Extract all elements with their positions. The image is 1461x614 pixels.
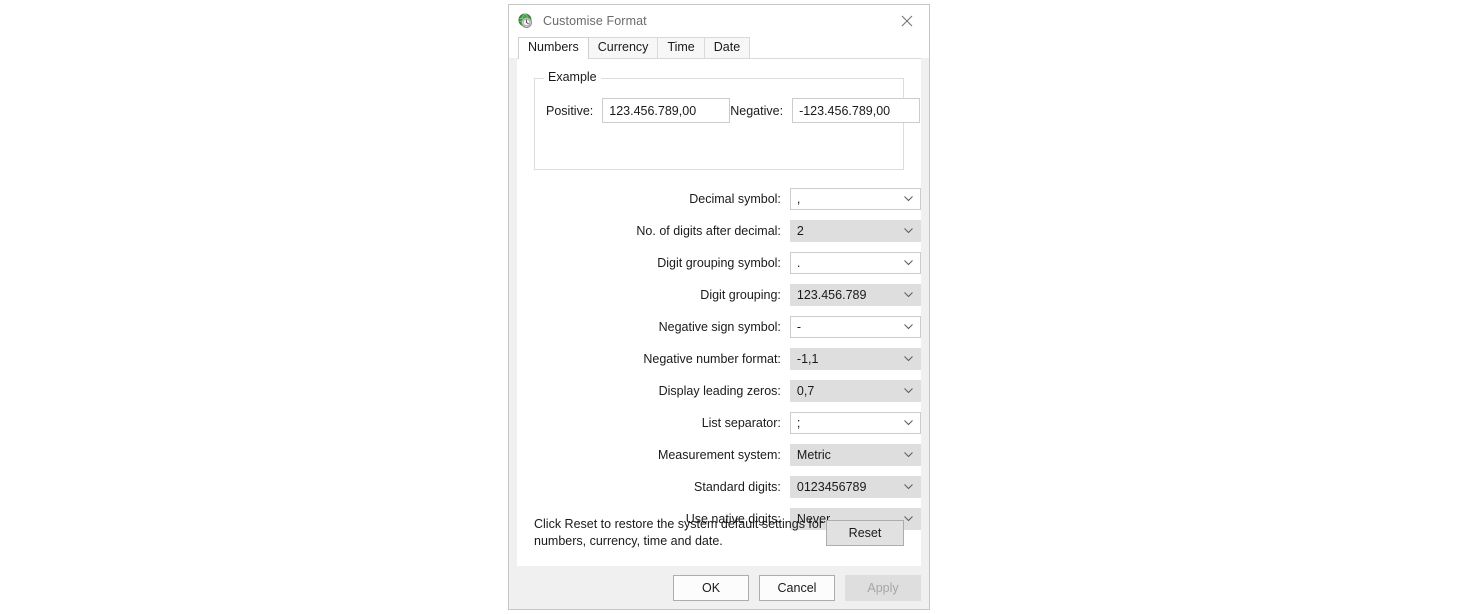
close-button[interactable] [884, 5, 929, 36]
chevron-down-icon [904, 260, 913, 266]
setting-row: Standard digits: 0123456789 [517, 471, 921, 503]
tab-numbers[interactable]: Numbers [518, 37, 589, 59]
setting-value: 2 [796, 224, 804, 238]
setting-label: Negative sign symbol: [658, 320, 781, 334]
tab-numbers-label: Numbers [528, 40, 579, 54]
setting-label: Negative number format: [643, 352, 781, 366]
setting-label: Display leading zeros: [658, 384, 781, 398]
reset-description: Click Reset to restore the system defaul… [534, 517, 824, 548]
setting-combobox[interactable]: 123.456.789 [789, 284, 921, 306]
positive-example-input[interactable] [602, 98, 731, 123]
setting-combobox[interactable]: , [789, 188, 921, 210]
tab-date[interactable]: Date [703, 37, 751, 58]
setting-combobox[interactable]: ; [789, 412, 921, 434]
setting-label: Digit grouping: [700, 288, 781, 302]
chevron-down-icon [904, 292, 913, 298]
setting-label: No. of digits after decimal: [636, 224, 781, 238]
numbers-tab-panel: Example Positive: Negative: Decimal symb… [517, 58, 921, 566]
negative-label: Negative: [730, 103, 784, 118]
tab-time[interactable]: Time [657, 37, 705, 58]
setting-label: Decimal symbol: [689, 192, 781, 206]
example-group: Example Positive: Negative: [534, 70, 921, 170]
example-group-legend: Example [544, 70, 601, 84]
window-title: Customise Format [543, 13, 647, 28]
tab-currency[interactable]: Currency [587, 37, 659, 58]
chevron-down-icon [904, 228, 913, 234]
setting-value: , [796, 192, 801, 206]
title-bar: Customise Format [509, 5, 929, 36]
setting-row: Digit grouping symbol:. [517, 247, 921, 279]
negative-example-input[interactable] [792, 98, 921, 123]
setting-row: Negative sign symbol: - [517, 311, 921, 343]
setting-combobox[interactable]: . [789, 252, 921, 274]
chevron-down-icon [904, 484, 913, 490]
setting-value: 0,7 [796, 384, 815, 398]
setting-combobox[interactable]: 2 [789, 220, 921, 242]
setting-value: -1,1 [796, 352, 819, 366]
setting-value: 0123456789 [796, 480, 867, 494]
setting-row: Digit grouping: 123.456.789 [517, 279, 921, 311]
setting-row: Display leading zeros: 0,7 [517, 375, 921, 407]
chevron-down-icon [904, 420, 913, 426]
setting-label: List separator: [701, 416, 781, 430]
reset-strip: Click Reset to restore the system defaul… [534, 516, 904, 550]
setting-label: Digit grouping symbol: [657, 256, 781, 270]
setting-combobox[interactable]: - [789, 316, 921, 338]
setting-row: Negative number format: -1,1 [517, 343, 921, 375]
example-row: Positive: Negative: [535, 98, 921, 123]
reset-button[interactable]: Reset [826, 520, 904, 546]
settings-list: Decimal symbol:, No. of digits after deci… [517, 183, 921, 535]
customise-format-dialog: Customise Format Numbers Currency Time D… [508, 4, 930, 610]
chevron-down-icon [904, 388, 913, 394]
cancel-button[interactable]: Cancel [759, 574, 835, 601]
setting-row: No. of digits after decimal: 2 [517, 215, 921, 247]
setting-combobox[interactable]: -1,1 [789, 348, 921, 370]
chevron-down-icon [904, 452, 913, 458]
chevron-down-icon [904, 324, 913, 330]
setting-value: ; [796, 416, 801, 430]
tab-strip: Numbers Currency Time Date [509, 36, 929, 59]
dialog-footer: OK Cancel Apply [509, 566, 929, 609]
chevron-down-icon [904, 356, 913, 362]
setting-row: Measurement system: Metric [517, 439, 921, 471]
tab-currency-label: Currency [597, 40, 649, 54]
setting-combobox[interactable]: Metric [789, 444, 921, 466]
region-globe-icon [518, 13, 534, 29]
setting-label: Standard digits: [694, 480, 781, 494]
chevron-down-icon [904, 516, 913, 522]
apply-button: Apply [845, 574, 921, 601]
setting-row: List separator:; [517, 407, 921, 439]
setting-label: Measurement system: [657, 448, 781, 462]
tab-date-label: Date [713, 40, 741, 54]
setting-value: Metric [796, 448, 831, 462]
setting-row: Decimal symbol:, [517, 183, 921, 215]
positive-label: Positive: [546, 103, 594, 118]
chevron-down-icon [904, 196, 913, 202]
setting-value: . [796, 256, 801, 270]
tab-time-label: Time [667, 40, 695, 54]
setting-value: 123.456.789 [796, 288, 867, 302]
setting-value: - [796, 320, 802, 334]
ok-button[interactable]: OK [673, 574, 749, 601]
setting-combobox[interactable]: 0123456789 [789, 476, 921, 498]
setting-combobox[interactable]: 0,7 [789, 380, 921, 402]
